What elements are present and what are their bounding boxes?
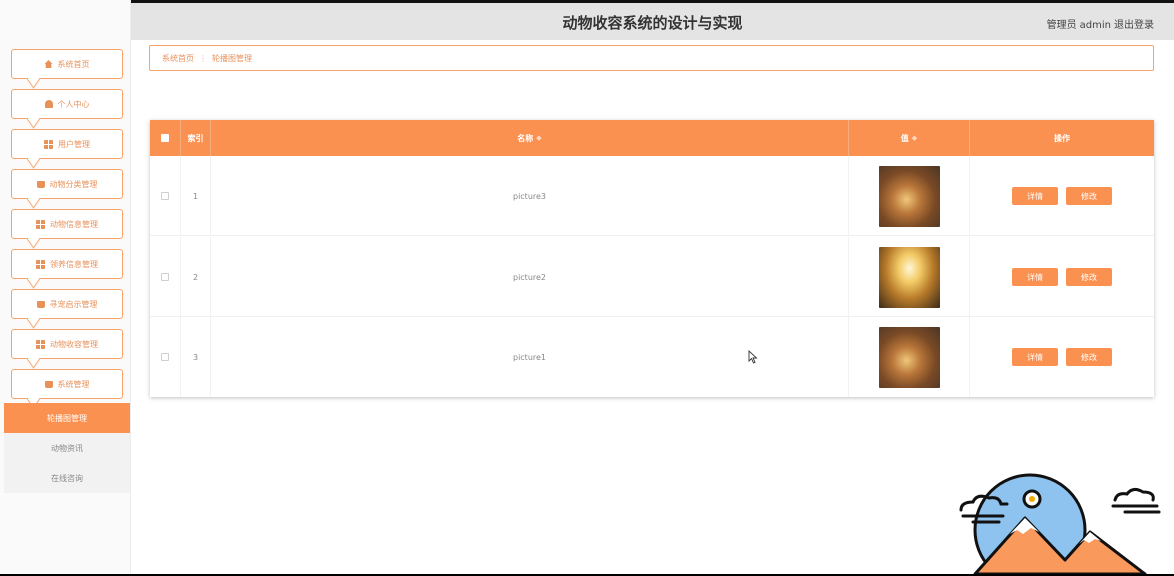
column-name[interactable]: 名称 ◆	[211, 120, 849, 156]
row-select-cell	[150, 156, 181, 236]
grid-icon	[36, 259, 45, 269]
app-screen: 系统首页 个人中心 用户管理 动物分类管理 动物信息管理 领养信息管理 寻宠启示…	[0, 0, 1174, 574]
row-select-cell	[150, 237, 181, 317]
sidebar-item-adoption[interactable]: 领养信息管理	[11, 249, 123, 279]
column-value[interactable]: 值 ◆	[849, 120, 970, 156]
carousel-table: 索引 名称 ◆ 值 ◆ 操作 1 picture3 详情 修改 2 picture2…	[150, 120, 1154, 397]
sidebar-item-label: 用户管理	[58, 139, 90, 149]
person-icon	[44, 100, 53, 108]
column-actions: 操作	[1054, 133, 1070, 143]
row-image-cell	[849, 317, 970, 397]
detail-button[interactable]: 详情	[1012, 187, 1058, 205]
sidebar-item-label: 动物收容管理	[50, 339, 98, 349]
row-actions: 详情 修改	[970, 156, 1154, 236]
sidebar-item-label: 领养信息管理	[50, 259, 98, 269]
table-row: 3 picture1 详情 修改	[150, 317, 1154, 397]
column-index: 索引	[181, 120, 211, 156]
select-all-checkbox[interactable]	[161, 134, 169, 142]
edit-button[interactable]: 修改	[1066, 268, 1112, 286]
breadcrumb-home[interactable]: 系统首页	[162, 53, 194, 64]
sidebar-item-label: 个人中心	[57, 99, 90, 109]
column-name-label: 名称	[517, 133, 534, 143]
sidebar-item-animal-info[interactable]: 动物信息管理	[11, 209, 123, 239]
detail-button[interactable]: 详情	[1012, 348, 1058, 366]
sidebar-item-home[interactable]: 系统首页	[11, 49, 123, 79]
edit-button[interactable]: 修改	[1066, 187, 1112, 205]
sidebar-item-label: 动物信息管理	[50, 219, 98, 229]
sidebar-item-animal-category[interactable]: 动物分类管理	[11, 169, 123, 199]
sort-icon[interactable]: ◆	[912, 134, 917, 142]
sidebar: 系统首页 个人中心 用户管理 动物分类管理 动物信息管理 领养信息管理 寻宠启示…	[0, 0, 131, 574]
home-icon	[44, 60, 53, 68]
user-role: 管理员	[1046, 20, 1077, 31]
table-row: 1 picture3 详情 修改	[150, 156, 1154, 236]
sidebar-subitem-carousel[interactable]: 轮播图管理	[4, 403, 130, 433]
thumbnail-image[interactable]	[878, 246, 940, 308]
top-header: 动物收容系统的设计与实现 管理员 admin 退出登录	[131, 0, 1174, 40]
mouse-cursor-icon	[748, 350, 758, 364]
row-actions: 详情 修改	[970, 317, 1154, 397]
logout-link[interactable]: 退出登录	[1114, 20, 1154, 31]
mountain-illustration-icon	[959, 473, 1161, 574]
sidebar-item-label: 寻宠启示管理	[49, 299, 98, 309]
sidebar-item-profile[interactable]: 个人中心	[11, 89, 123, 119]
select-all-cell[interactable]	[150, 120, 181, 156]
sort-icon[interactable]: ◆	[536, 134, 541, 142]
sidebar-item-system[interactable]: 系统管理	[11, 369, 123, 399]
sidebar-item-shelter[interactable]: 动物收容管理	[11, 329, 123, 359]
edit-button[interactable]: 修改	[1066, 348, 1112, 366]
column-value-label: 值	[900, 133, 909, 143]
breadcrumb-separator: ⋮	[199, 53, 207, 63]
row-name: picture2	[211, 237, 849, 317]
sidebar-item-users[interactable]: 用户管理	[11, 129, 123, 159]
bag-icon	[44, 380, 53, 388]
sidebar-item-lost-pet[interactable]: 寻宠启示管理	[11, 289, 123, 319]
user-info: 管理员 admin 退出登录	[1044, 16, 1154, 31]
row-name: picture3	[211, 156, 849, 236]
username: admin	[1079, 20, 1111, 31]
row-select-cell	[150, 317, 181, 397]
row-image-cell	[849, 156, 970, 236]
row-image-cell	[849, 237, 970, 317]
row-index: 1	[181, 156, 211, 236]
sidebar-item-label: 系统首页	[57, 59, 90, 69]
row-index: 3	[181, 317, 211, 397]
table-row: 2 picture2 详情 修改	[150, 237, 1154, 317]
bag-icon	[36, 300, 45, 308]
page-title: 动物收容系统的设计与实现	[562, 14, 743, 32]
sidebar-item-label: 动物分类管理	[49, 179, 98, 189]
table-header: 索引 名称 ◆ 值 ◆ 操作	[150, 120, 1154, 156]
row-checkbox[interactable]	[161, 192, 169, 200]
row-actions: 详情 修改	[970, 237, 1154, 317]
row-checkbox[interactable]	[161, 273, 169, 281]
thumbnail-image[interactable]	[878, 326, 940, 388]
thumbnail-image[interactable]	[878, 165, 940, 227]
row-checkbox[interactable]	[161, 353, 169, 361]
detail-button[interactable]: 详情	[1012, 268, 1058, 286]
grid-icon	[44, 139, 53, 149]
sidebar-item-label: 系统管理	[57, 379, 90, 389]
row-index: 2	[181, 237, 211, 317]
sidebar-subitem-consult[interactable]: 在线咨询	[4, 463, 130, 493]
breadcrumb-current: 轮播图管理	[212, 53, 252, 63]
grid-icon	[36, 339, 45, 349]
grid-icon	[36, 219, 45, 229]
sidebar-subitem-news[interactable]: 动物资讯	[4, 433, 130, 463]
bag-icon	[36, 180, 45, 188]
breadcrumb: 系统首页 ⋮ 轮播图管理	[149, 45, 1154, 71]
